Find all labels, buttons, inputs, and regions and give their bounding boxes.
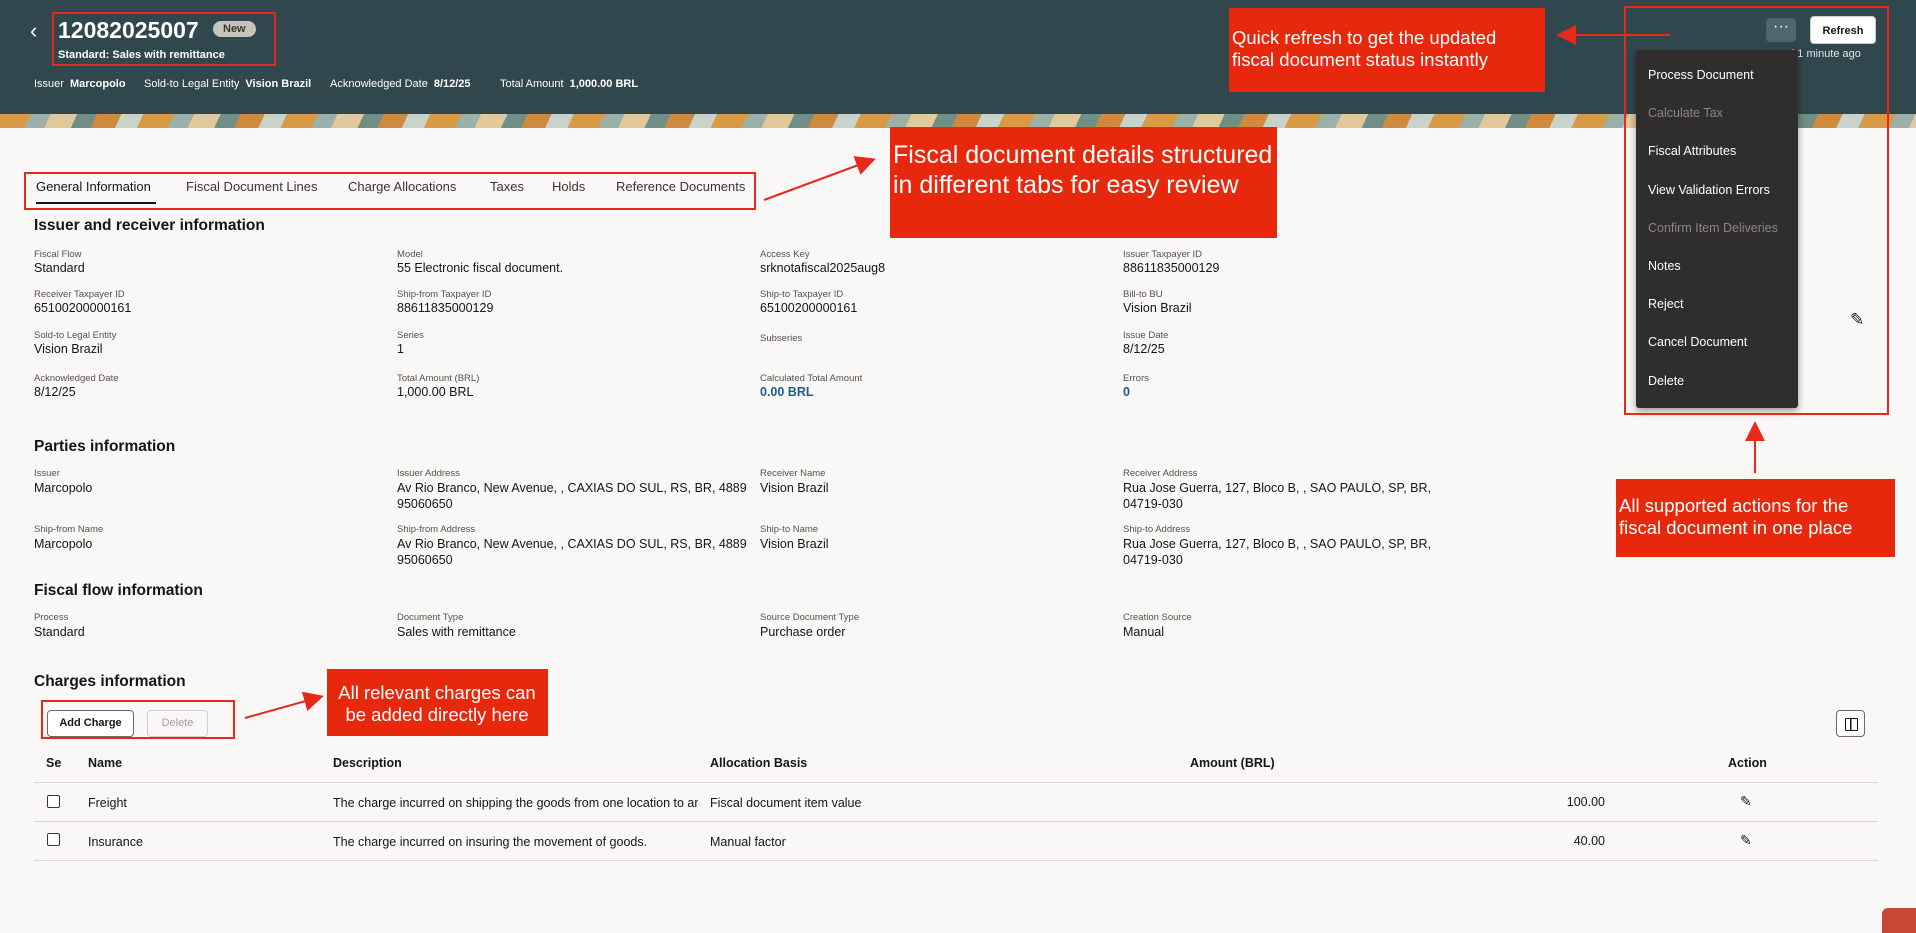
annotation-arrows — [244, 25, 1765, 719]
arrow-to-tabs-callout — [763, 156, 876, 201]
help-chat-tab[interactable] — [1882, 908, 1916, 933]
arrow-to-charges-callout — [244, 691, 324, 719]
